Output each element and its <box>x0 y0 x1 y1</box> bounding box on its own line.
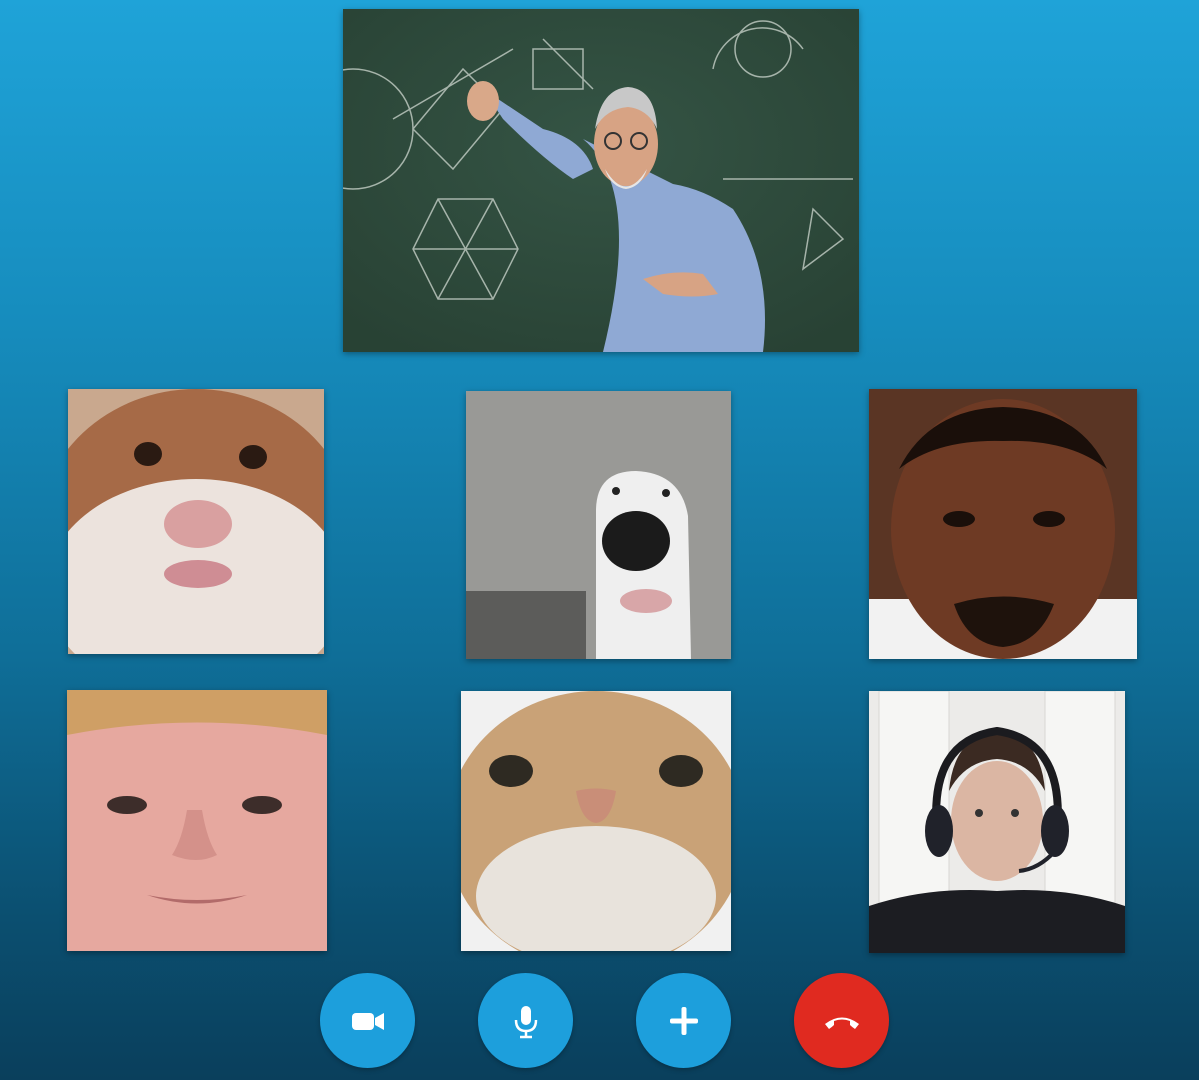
microphone-toggle-button[interactable] <box>478 973 573 1068</box>
participant-video-tile-hamster[interactable] <box>68 389 324 654</box>
hang-up-icon <box>824 1017 859 1029</box>
participant-video-tile-dog[interactable] <box>466 391 731 659</box>
presenter-video-tile[interactable] <box>343 9 859 352</box>
man-closeup-image <box>67 690 327 951</box>
plus-icon <box>669 1006 698 1035</box>
man-with-headset-image <box>869 691 1125 953</box>
man-face-image <box>869 389 1137 659</box>
end-call-button[interactable] <box>794 973 889 1068</box>
hamster-image <box>68 389 324 654</box>
add-participant-button[interactable] <box>636 973 731 1068</box>
microphone-icon <box>514 1005 537 1038</box>
participant-video-tile-headset[interactable] <box>869 691 1125 953</box>
teacher-at-chalkboard-image <box>343 9 859 352</box>
participant-video-tile-closeup[interactable] <box>67 690 327 951</box>
video-camera-icon <box>351 1012 384 1030</box>
video-toggle-button[interactable] <box>320 973 415 1068</box>
participant-video-tile-cat[interactable] <box>461 691 731 951</box>
bull-terrier-image <box>466 391 731 659</box>
cat-image <box>461 691 731 951</box>
participant-video-tile-man[interactable] <box>869 389 1137 659</box>
